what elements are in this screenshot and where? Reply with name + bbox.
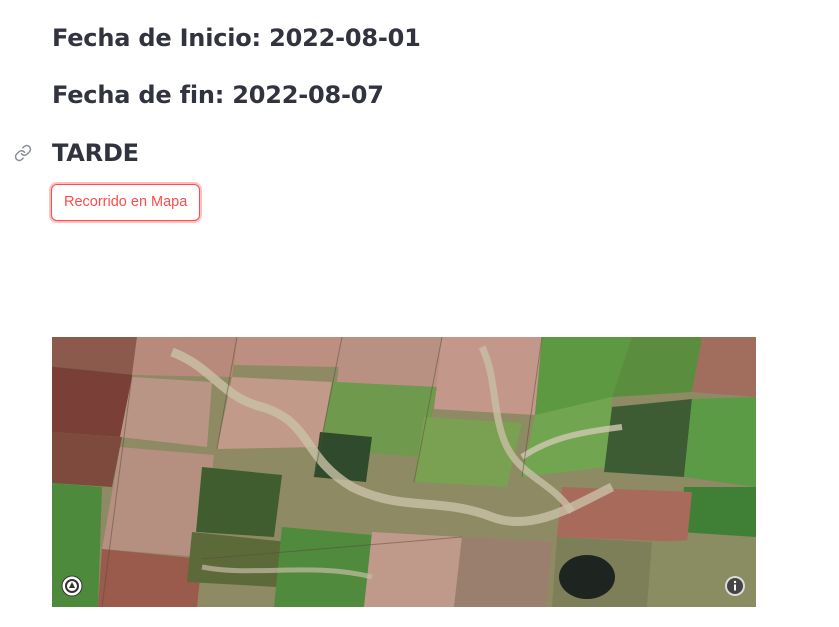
map-logo-icon[interactable] bbox=[61, 575, 83, 597]
end-date-heading: Fecha de fin: 2022-08-07 bbox=[52, 81, 384, 109]
link-icon[interactable] bbox=[14, 144, 32, 162]
map-route-button[interactable]: Recorrido en Mapa bbox=[51, 184, 201, 221]
map-imagery bbox=[52, 337, 756, 607]
start-date-heading: Fecha de Inicio: 2022-08-01 bbox=[52, 24, 421, 52]
satellite-map[interactable] bbox=[52, 337, 756, 607]
info-icon[interactable] bbox=[724, 575, 746, 597]
period-heading: TARDE bbox=[52, 139, 139, 167]
